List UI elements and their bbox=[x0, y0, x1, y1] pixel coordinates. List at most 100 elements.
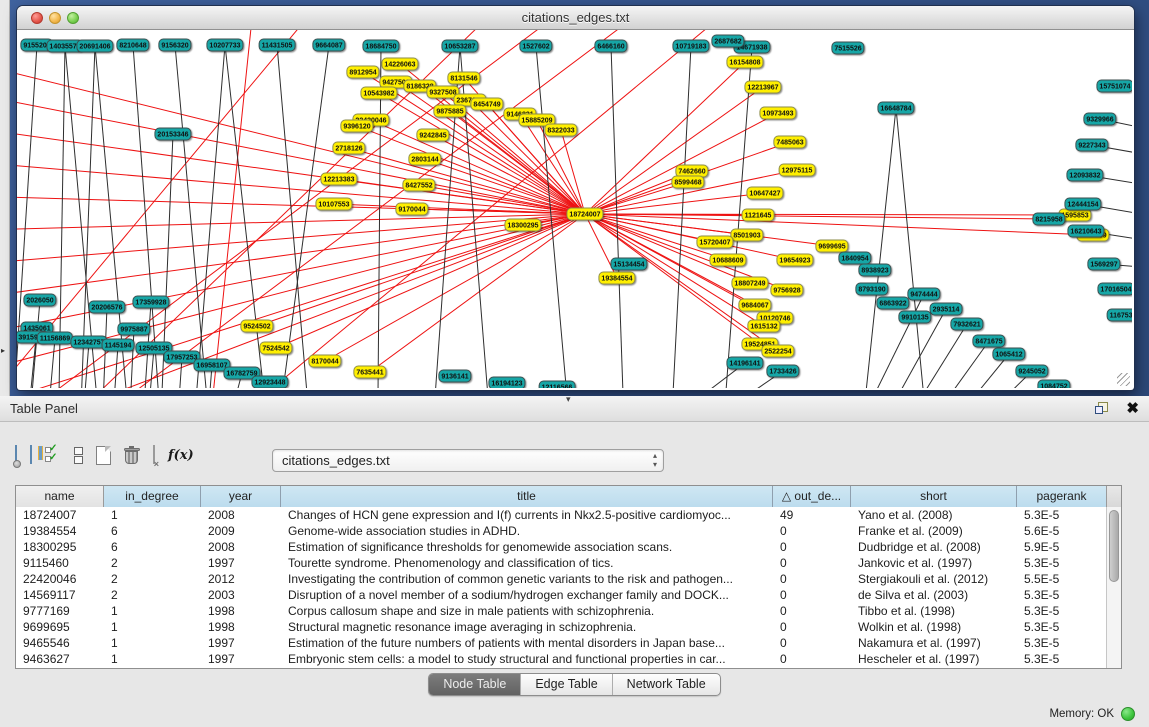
column-header-title[interactable]: title bbox=[281, 486, 773, 507]
graph-node[interactable]: 20206576 bbox=[88, 301, 125, 314]
table-row[interactable]: 2242004622012Investigating the contribut… bbox=[16, 571, 1121, 587]
function-builder-button[interactable]: f(x) bbox=[168, 448, 194, 463]
memory-ok-indicator[interactable] bbox=[1121, 707, 1135, 721]
graph-node[interactable]: 9136141 bbox=[438, 370, 471, 383]
graph-node[interactable]: 9156320 bbox=[158, 39, 191, 52]
graph-node[interactable]: 17016504 bbox=[1097, 283, 1132, 296]
graph-node[interactable]: 1145194 bbox=[102, 339, 135, 352]
graph-node[interactable]: 18807249 bbox=[731, 277, 768, 290]
graph-node[interactable]: 7515526 bbox=[831, 42, 864, 55]
graph-node[interactable]: 12213383 bbox=[320, 173, 357, 186]
graph-node[interactable]: 18684750 bbox=[362, 40, 399, 53]
table-selector-dropdown[interactable]: citations_edges.txt ▴▾ bbox=[272, 449, 664, 472]
select-rows-button[interactable]: ✓ ✓ bbox=[45, 446, 61, 464]
graph-node[interactable]: 12444154 bbox=[1064, 198, 1101, 211]
graph-node[interactable]: 1569297 bbox=[1087, 258, 1120, 271]
graph-node[interactable]: 8454749 bbox=[470, 98, 503, 111]
network-canvas[interactable]: 9155203140355722069140682106489156320102… bbox=[17, 30, 1132, 388]
graph-node[interactable]: 12093832 bbox=[1066, 169, 1103, 182]
divider-drag-handle[interactable]: ▾ bbox=[566, 394, 571, 405]
graph-node[interactable]: 10653287 bbox=[441, 40, 478, 53]
graph-node[interactable]: 19384554 bbox=[598, 272, 635, 285]
graph-node[interactable]: 7524542 bbox=[259, 342, 292, 355]
graph-node[interactable]: 1527602 bbox=[519, 40, 552, 53]
collapsed-panel-strip[interactable]: ▸ bbox=[0, 0, 10, 396]
graph-node[interactable]: 9396120 bbox=[340, 120, 373, 133]
graph-node[interactable]: 2718126 bbox=[332, 142, 365, 155]
graph-node[interactable]: 11431505 bbox=[259, 39, 296, 52]
column-header-name[interactable]: name bbox=[16, 486, 104, 507]
graph-node[interactable]: 9170044 bbox=[395, 203, 428, 216]
table-row[interactable]: 946554611997Estimation of the future num… bbox=[16, 635, 1121, 651]
graph-node[interactable]: 8501903 bbox=[730, 229, 763, 242]
table-row[interactable]: 1456911722003Disruption of a novel membe… bbox=[16, 587, 1121, 603]
tab-node-table[interactable]: Node Table bbox=[429, 674, 520, 695]
new-table-button[interactable] bbox=[96, 446, 111, 465]
table-row[interactable]: 1830029562008Estimation of significance … bbox=[16, 539, 1121, 555]
graph-node[interactable]: 2522254 bbox=[761, 345, 794, 358]
graph-node[interactable]: 18724007 bbox=[566, 208, 603, 221]
graph-node[interactable]: 9875885 bbox=[433, 105, 466, 118]
graph-node[interactable]: 10688609 bbox=[709, 254, 746, 267]
graph-node[interactable]: 11675358 bbox=[1107, 309, 1132, 322]
graph-node[interactable]: 8599468 bbox=[671, 176, 704, 189]
select-column-button[interactable] bbox=[30, 446, 32, 464]
tab-edge-table[interactable]: Edge Table bbox=[520, 674, 611, 695]
close-panel-icon[interactable]: ✖ bbox=[1126, 402, 1139, 415]
graph-node[interactable]: 9245052 bbox=[1015, 365, 1048, 378]
graph-node[interactable]: 9975887 bbox=[117, 323, 150, 336]
graph-node[interactable]: 10543982 bbox=[360, 87, 397, 100]
graph-node[interactable]: 1065412 bbox=[992, 348, 1025, 361]
column-header-short[interactable]: short bbox=[851, 486, 1017, 507]
graph-node[interactable]: 2687682 bbox=[711, 35, 744, 48]
graph-node[interactable]: 8793190 bbox=[855, 283, 888, 296]
graph-node[interactable]: 16210643 bbox=[1067, 225, 1104, 238]
column-header-out_de[interactable]: △ out_de... bbox=[773, 486, 851, 507]
column-header-in_degree[interactable]: in_degree bbox=[104, 486, 201, 507]
graph-node[interactable]: 15751074 bbox=[1096, 80, 1132, 93]
delete-table-button[interactable] bbox=[124, 446, 140, 465]
graph-node[interactable]: 9664087 bbox=[312, 39, 345, 52]
graph-node[interactable]: 1121645 bbox=[742, 209, 775, 222]
graph-node[interactable]: 6466160 bbox=[594, 40, 627, 53]
graph-node[interactable]: 11156869 bbox=[37, 332, 73, 345]
graph-node[interactable]: 9684067 bbox=[738, 299, 771, 312]
graph-node[interactable]: 9474444 bbox=[907, 288, 940, 301]
graph-node[interactable]: 1733426 bbox=[766, 365, 799, 378]
graph-node[interactable]: 9227343 bbox=[1075, 139, 1108, 152]
graph-node[interactable]: 8170044 bbox=[308, 355, 341, 368]
graph-node[interactable]: 8912954 bbox=[346, 66, 379, 79]
graph-node[interactable]: 15134454 bbox=[610, 258, 647, 271]
table-row[interactable]: 977716911998Corpus callosum shape and si… bbox=[16, 603, 1121, 619]
tab-network-table[interactable]: Network Table bbox=[612, 674, 720, 695]
graph-node[interactable]: 12213967 bbox=[744, 81, 781, 94]
table-row[interactable]: 946362711997Embryonic stem cells: a mode… bbox=[16, 651, 1121, 667]
graph-node[interactable]: 8471675 bbox=[972, 335, 1005, 348]
graph-node[interactable]: 10207733 bbox=[206, 39, 243, 52]
table-row[interactable]: 1872400712008Changes of HCN gene express… bbox=[16, 507, 1121, 523]
graph-node[interactable]: 10647427 bbox=[746, 187, 783, 200]
graph-node[interactable]: 18300295 bbox=[504, 219, 541, 232]
graph-node[interactable]: 16194123 bbox=[488, 377, 525, 389]
graph-node[interactable]: 12975115 bbox=[779, 164, 816, 177]
graph-node[interactable]: 12923448 bbox=[251, 376, 288, 389]
graph-node[interactable]: 9242845 bbox=[416, 129, 449, 142]
graph-node[interactable]: 9524502 bbox=[240, 320, 273, 333]
graph-node[interactable]: 7485063 bbox=[773, 136, 806, 149]
row-height-button[interactable] bbox=[74, 446, 83, 464]
column-header-pagerank[interactable]: pagerank bbox=[1017, 486, 1107, 507]
window-titlebar[interactable]: citations_edges.txt bbox=[17, 6, 1134, 30]
table-row[interactable]: 1938455462009Genome-wide association stu… bbox=[16, 523, 1121, 539]
graph-node[interactable]: 2935114 bbox=[930, 303, 963, 316]
graph-node[interactable]: 1615132 bbox=[747, 320, 780, 333]
graph-node[interactable]: 6863922 bbox=[876, 297, 909, 310]
graph-node[interactable]: 9329966 bbox=[1083, 113, 1116, 126]
graph-node[interactable]: 12116566 bbox=[539, 381, 576, 389]
graph-node[interactable]: 2803144 bbox=[408, 153, 441, 166]
graph-node[interactable]: 1084752 bbox=[1037, 380, 1070, 389]
graph-node[interactable]: 14196141 bbox=[726, 357, 763, 370]
graph-node[interactable]: 19654923 bbox=[776, 254, 813, 267]
graph-node[interactable]: 16648784 bbox=[877, 102, 914, 115]
table-row[interactable]: 969969511998Structural magnetic resonanc… bbox=[16, 619, 1121, 635]
scrollbar-thumb[interactable] bbox=[1109, 510, 1119, 582]
